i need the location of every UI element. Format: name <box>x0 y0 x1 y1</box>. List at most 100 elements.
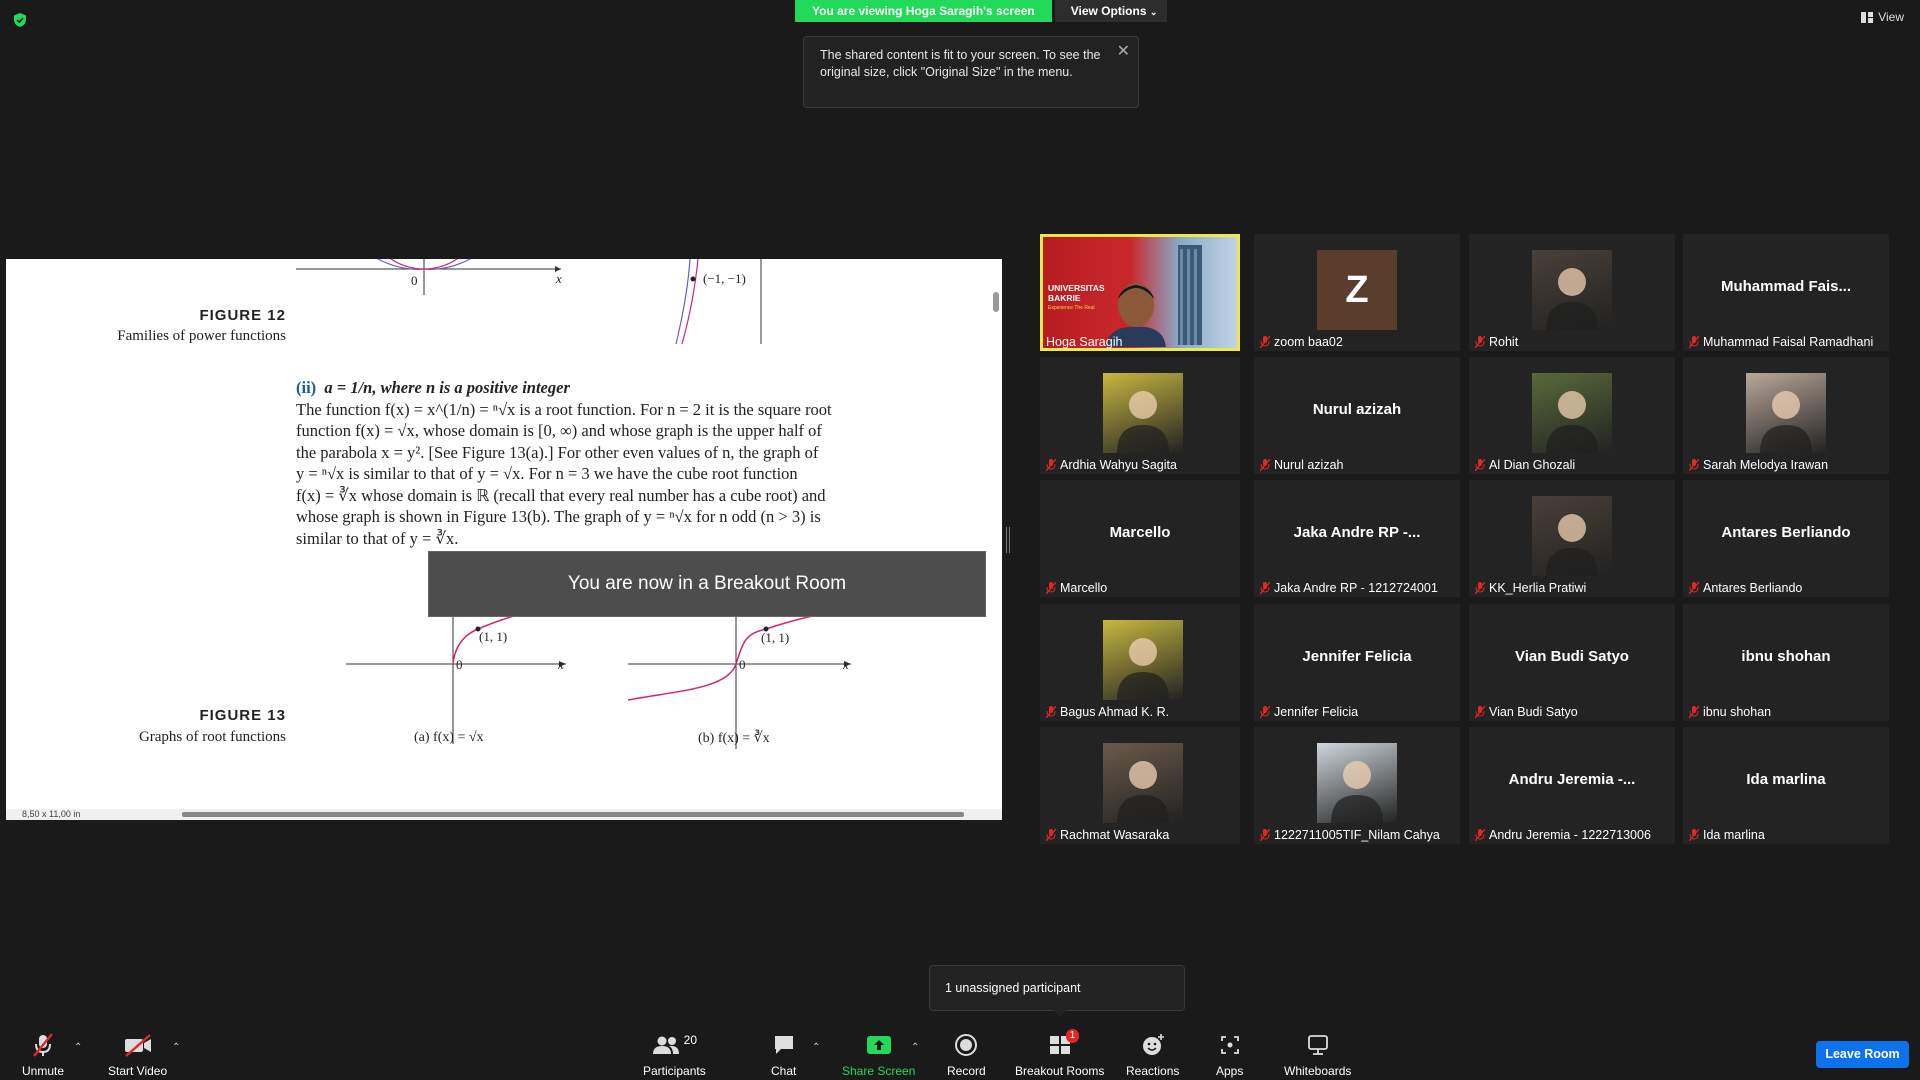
section-title: a = 1/n, where n is a positive integer <box>324 378 570 397</box>
share-screen-button[interactable]: Share Screen <box>842 1032 915 1078</box>
breakout-rooms-button[interactable]: 1 Breakout Rooms <box>1015 1029 1104 1078</box>
participant-name-label: Vian Budi Satyo <box>1475 705 1578 719</box>
participant-tile[interactable]: Rohit <box>1469 234 1675 351</box>
microphone-muted-icon <box>1260 706 1270 718</box>
avatar-photo <box>1103 620 1183 700</box>
textbook-page: 0 x (−1, −1) FIGURE 12 Families of power… <box>6 259 992 809</box>
horizontal-scrollbar-thumb[interactable] <box>182 812 964 817</box>
participant-name-label: Muhammad Faisal Ramadhani <box>1689 335 1873 349</box>
whiteboards-button[interactable]: Whiteboards <box>1284 1032 1351 1078</box>
avatar-photo <box>1317 743 1397 823</box>
fig13a-point-label: (1, 1) <box>479 629 508 644</box>
participant-tile[interactable]: Bagus Ahmad K. R. <box>1040 604 1240 721</box>
fig12-origin-label: 0 <box>411 273 418 288</box>
panel-splitter-handle[interactable] <box>1006 527 1010 553</box>
participant-tile[interactable]: Sarah Melodya Irawan <box>1683 357 1889 474</box>
participant-tile[interactable]: Jaka Andre RP -... Jaka Andre RP - 121272… <box>1254 480 1460 597</box>
microphone-muted-icon <box>1475 582 1485 594</box>
participant-display-name: Andru Jeremia -... <box>1508 771 1636 788</box>
participant-tile[interactable]: Vian Budi Satyo Vian Budi Satyo <box>1469 604 1675 721</box>
fig12-caption: Families of power functions <box>117 328 286 344</box>
participant-name-label: Jennifer Felicia <box>1260 705 1358 719</box>
microphone-muted-icon <box>1475 459 1485 471</box>
fig13a-caption: (a) f(x) = √x <box>414 730 484 745</box>
participant-display-name: Antares Berliando <box>1721 524 1851 541</box>
breakout-notification-badge: 1 <box>1065 1029 1080 1043</box>
fig13b-caption: (b) f(x) = ∛x <box>698 731 770 746</box>
participant-tile[interactable]: KK_Herlia Pratiwi <box>1469 480 1675 597</box>
participant-display-name: ibnu shohan <box>1741 648 1831 665</box>
start-video-button[interactable]: Start Video <box>108 1032 167 1078</box>
participant-name-label: 1222711005TIF_Nilam Cahya <box>1260 828 1440 842</box>
video-options-caret[interactable]: ⌃ <box>172 1042 180 1053</box>
participant-tile[interactable]: Al Dian Ghozali <box>1469 357 1675 474</box>
paragraph-line: whose graph is shown in Figure 13(b). Th… <box>296 507 821 526</box>
participant-tile[interactable]: Nurul azizah Nurul azizah <box>1254 357 1460 474</box>
section-number: (ii) <box>296 378 317 397</box>
participant-tile[interactable]: Ardhia Wahyu Sagita <box>1040 357 1240 474</box>
fig12-label: FIGURE 12 <box>199 307 286 324</box>
fig13b-x-label: x <box>843 657 849 672</box>
close-icon[interactable]: ✕ <box>1117 43 1130 60</box>
participant-tile[interactable]: Rachmat Wasaraka <box>1040 727 1240 844</box>
microphone-muted-icon <box>1046 459 1056 471</box>
microphone-muted-icon <box>1260 582 1270 594</box>
record-icon <box>955 1034 978 1056</box>
chat-options-caret[interactable]: ⌃ <box>812 1042 820 1053</box>
participant-tile[interactable]: Jennifer Felicia Jennifer Felicia <box>1254 604 1460 721</box>
avatar-photo <box>1532 373 1612 453</box>
participant-tile[interactable]: ibnu shohan ibnu shohan <box>1683 604 1889 721</box>
paragraph-line: f(x) = ∛x whose domain is ℝ (recall that… <box>296 485 826 505</box>
participant-display-name: Jennifer Felicia <box>1302 648 1412 665</box>
video-overlay-line1: UNIVERSITAS <box>1048 283 1105 293</box>
security-shield-icon[interactable] <box>12 12 28 28</box>
smiley-plus-icon <box>1142 1034 1164 1055</box>
fig13a-origin-label: 0 <box>456 657 463 672</box>
leave-room-button[interactable]: Leave Room <box>1816 1041 1909 1068</box>
view-options-button[interactable]: View Options ⌄ <box>1054 0 1168 22</box>
section-text: (ii) a = 1/n, where n is a positive inte… <box>296 377 906 549</box>
participant-tile[interactable]: Zzoom baa02 <box>1254 234 1460 351</box>
participant-tile[interactable]: Ida marlina Ida marlina <box>1683 727 1889 844</box>
viewing-text: You are viewing Hoga Saragih's screen <box>795 0 1052 22</box>
whiteboard-icon <box>1307 1035 1328 1055</box>
fig13a-x-label: x <box>558 657 564 672</box>
vertical-scrollbar[interactable] <box>993 292 999 312</box>
reactions-button[interactable]: Reactions <box>1126 1032 1179 1078</box>
participant-tile[interactable]: 1222711005TIF_Nilam Cahya <box>1254 727 1460 844</box>
chevron-down-icon: ⌄ <box>1149 7 1158 17</box>
chat-button[interactable]: Chat <box>771 1032 796 1078</box>
participant-tile[interactable]: Andru Jeremia -... Andru Jeremia - 122271… <box>1469 727 1675 844</box>
unmute-button[interactable]: Unmute <box>22 1032 64 1078</box>
view-button[interactable]: View <box>1861 10 1904 24</box>
participant-tile[interactable]: Marcello Marcello <box>1040 480 1240 597</box>
participant-name-label: Ida marlina <box>1689 828 1765 842</box>
share-options-caret[interactable]: ⌃ <box>911 1042 919 1053</box>
participants-button[interactable]: 20 Participants <box>643 1032 706 1078</box>
participant-name-label: zoom baa02 <box>1260 335 1343 349</box>
paragraph-line: The function f(x) = x^(1/n) = ⁿ√x is a r… <box>296 399 832 419</box>
microphone-muted-icon <box>1260 336 1270 348</box>
participant-name-label: Nurul azizah <box>1260 458 1343 472</box>
fig13-label: FIGURE 13 <box>199 707 286 724</box>
video-overlay-line2: BAKRIE <box>1048 293 1081 303</box>
participant-tile[interactable]: Muhammad Fais... Muhammad Faisal Ramadhan… <box>1683 234 1889 351</box>
participant-display-name: Vian Budi Satyo <box>1515 648 1629 665</box>
participant-tile[interactable]: UNIVERSITAS BAKRIE Experience The Real Hoga… <box>1040 234 1240 351</box>
shared-screen[interactable]: 0 x (−1, −1) FIGURE 12 Families of power… <box>6 259 1002 820</box>
participant-display-name: Jaka Andre RP -... <box>1293 524 1421 541</box>
microphone-muted-icon <box>33 1033 53 1057</box>
avatar-photo <box>1103 743 1183 823</box>
record-button[interactable]: Record <box>947 1032 986 1078</box>
video-camera-off-icon <box>124 1034 151 1057</box>
paragraph-line: similar to that of y = ∛x. <box>296 528 459 548</box>
participant-display-name: Nurul azizah <box>1312 401 1402 418</box>
audio-options-caret[interactable]: ⌃ <box>74 1042 82 1053</box>
fig13-caption: Graphs of root functions <box>138 729 286 745</box>
participant-tile[interactable]: Antares Berliando Antares Berliando <box>1683 480 1889 597</box>
chat-bubble-icon <box>774 1036 793 1054</box>
apps-button[interactable]: Apps <box>1216 1032 1243 1078</box>
tooltip-pointer <box>1053 1010 1067 1017</box>
paragraph-line: the parabola x = y². [See Figure 13(a).]… <box>296 442 819 462</box>
section-heading: (ii) a = 1/n, where n is a positive inte… <box>296 377 906 399</box>
